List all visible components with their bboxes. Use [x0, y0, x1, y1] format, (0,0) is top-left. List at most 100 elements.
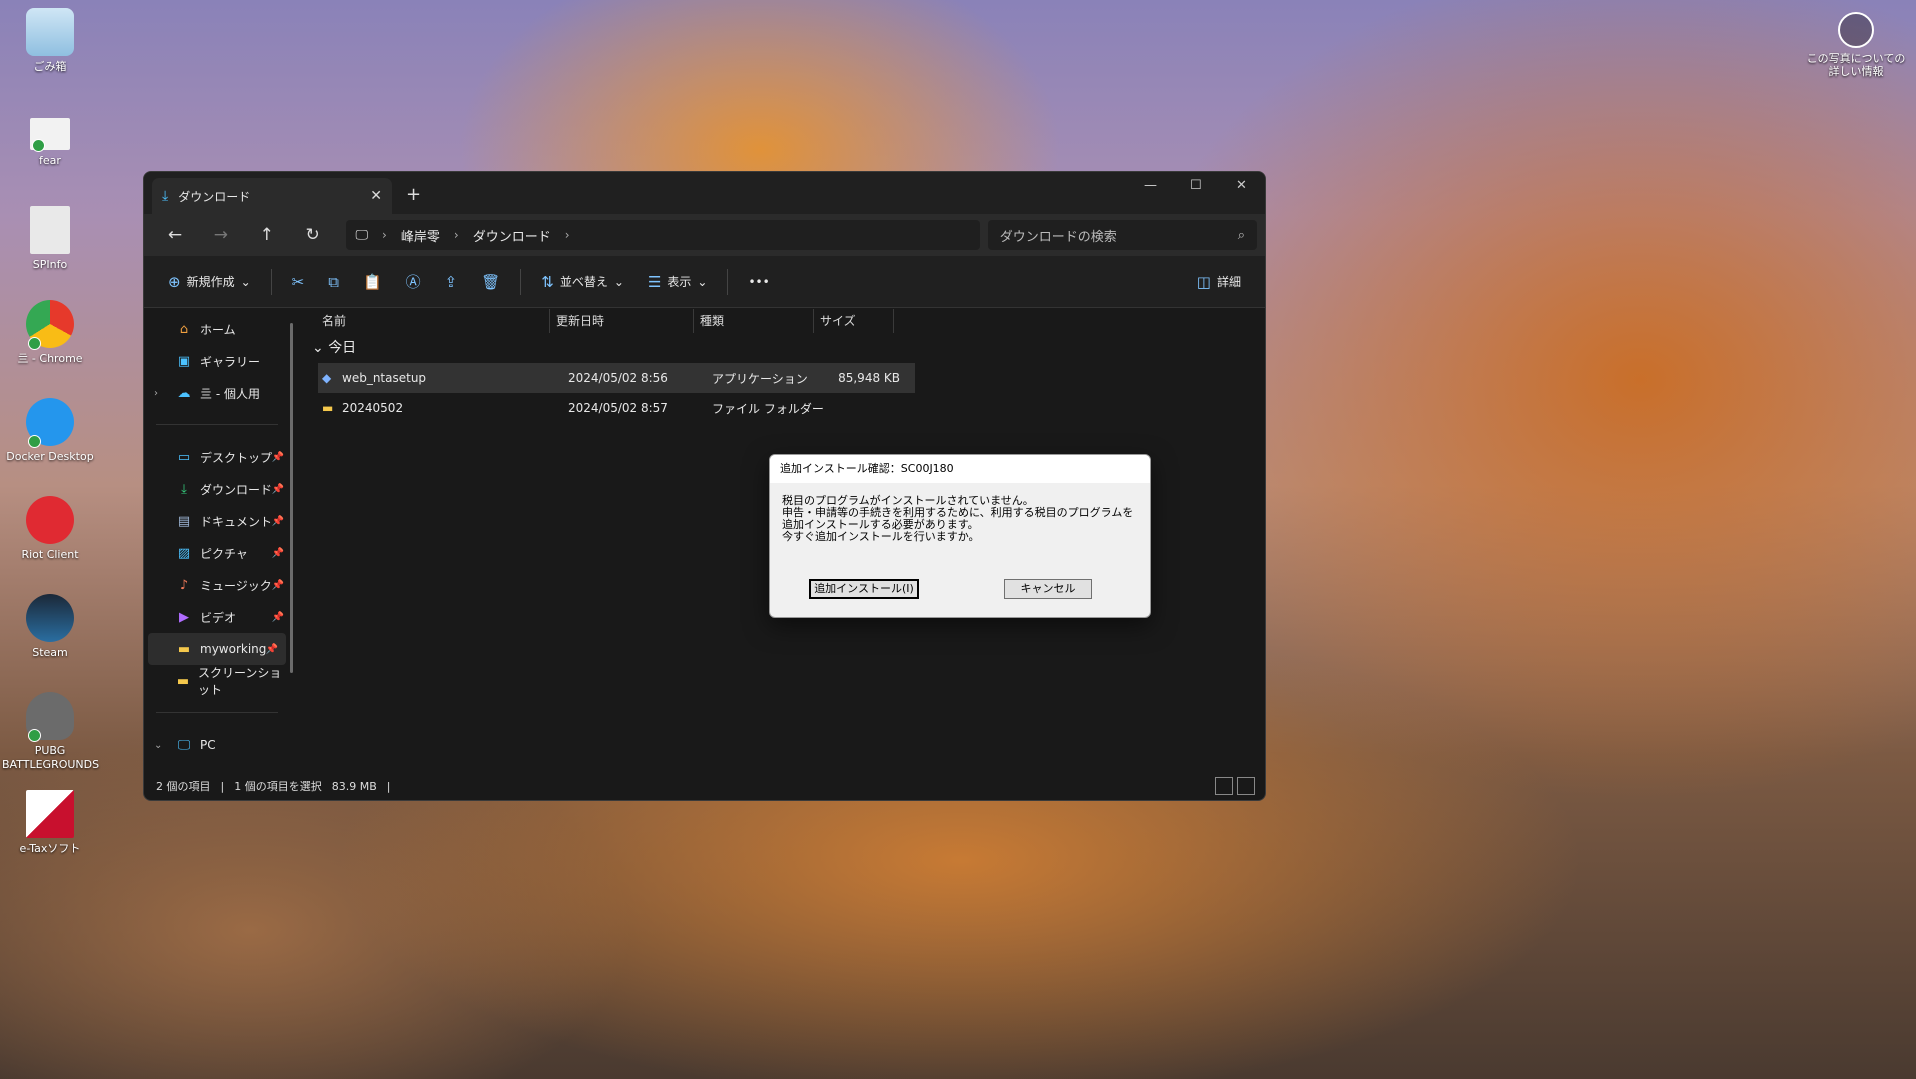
desktop-icon-riot[interactable]: Riot Client	[2, 496, 98, 562]
file-size: 85,948 KB	[838, 371, 900, 385]
minimize-button[interactable]: —	[1144, 178, 1157, 193]
sidebar-item-myworking[interactable]: ▬ myworking 📌	[148, 633, 286, 665]
chevron-right-icon: ›	[564, 228, 570, 242]
sidebar-item-onedrive[interactable]: › ☁ 亖 - 個人用	[144, 377, 292, 409]
column-header-size[interactable]: サイズ	[814, 309, 894, 333]
desktop-icon-recycle-bin[interactable]: ごみ箱	[2, 8, 98, 74]
forward-button[interactable]: →	[198, 225, 244, 245]
close-tab-icon[interactable]: ✕	[370, 188, 382, 204]
refresh-button[interactable]: ↻	[290, 225, 336, 245]
status-size: 83.9 MB	[331, 779, 377, 793]
maximize-button[interactable]: ☐	[1190, 178, 1202, 193]
chevron-right-icon[interactable]: ›	[154, 388, 158, 399]
view-button[interactable]: ☰ 表示 ⌄	[638, 267, 718, 297]
dialog-message: 税目のプログラムがインストールされていません。 申告・申請等の手続きを利用するた…	[770, 483, 1150, 543]
more-options-button[interactable]: •••	[738, 269, 779, 295]
chevron-down-icon: ⌄	[697, 274, 708, 289]
column-header-date[interactable]: 更新日時	[550, 309, 694, 333]
chevron-down-icon: ⌄	[312, 340, 324, 356]
home-icon: ⌂	[179, 321, 189, 337]
tiles-view-icon[interactable]	[1237, 777, 1255, 795]
pin-icon: 📌	[271, 483, 284, 495]
desktop-icon-label: SPInfo	[32, 258, 68, 271]
sidebar-item-home[interactable]: ⌂ ホーム	[144, 313, 292, 345]
sidebar-scrollbar[interactable]	[290, 323, 293, 673]
desktop-icon-label: Riot Client	[21, 548, 79, 561]
sidebar-item-pc[interactable]: ⌄ 🖵 PC	[144, 729, 292, 761]
sidebar-item-downloads[interactable]: ⤓ ダウンロード 📌	[144, 473, 292, 505]
column-header-name[interactable]: 名前	[302, 309, 550, 333]
file-row[interactable]: ▬ 20240502 2024/05/02 8:57 ファイル フォルダー	[318, 393, 915, 423]
search-input[interactable]: ダウンロードの検索 ⌕	[987, 220, 1258, 250]
chevron-down-icon: ⌄	[613, 274, 624, 289]
steam-icon	[26, 594, 74, 642]
cloud-icon: ☁	[177, 385, 191, 401]
breadcrumb-user[interactable]: 峰岸零	[401, 226, 440, 245]
folder-icon: ▬	[177, 641, 191, 657]
new-tab-button[interactable]: +	[406, 184, 421, 205]
dialog-message-line: 今すぐ追加インストールを行いますか。	[782, 530, 980, 543]
sidebar-item-label: デスクトップ	[200, 450, 273, 465]
sidebar-item-music[interactable]: ♪ ミュージック 📌	[144, 569, 292, 601]
tab-downloads[interactable]: ⤓ ダウンロード ✕	[152, 178, 392, 214]
rename-button[interactable]: Ⓐ	[396, 265, 431, 298]
file-row[interactable]: ◆ web_ntasetup 2024/05/02 8:56 アプリケーション …	[318, 363, 915, 393]
sidebar-item-pictures[interactable]: ▨ ピクチャ 📌	[144, 537, 292, 569]
app-icon: ◆	[322, 371, 332, 385]
pubg-icon	[26, 692, 74, 742]
desktop-icon-label: Steam	[32, 646, 68, 659]
details-pane-button[interactable]: ◫ 詳細	[1187, 267, 1251, 297]
chevron-down-icon[interactable]: ⌄	[154, 740, 162, 751]
sidebar-item-label: ミュージック	[200, 578, 272, 593]
sidebar-item-label: ホーム	[200, 322, 236, 337]
desktop-icon-fear[interactable]: fear	[2, 118, 98, 168]
up-button[interactable]: ↑	[244, 225, 290, 245]
file-date: 2024/05/02 8:56	[568, 371, 668, 385]
details-view-icon[interactable]	[1215, 777, 1233, 795]
install-button[interactable]: 追加インストール(I)	[809, 579, 919, 599]
desktop-icon-etax[interactable]: e-Taxソフト	[2, 790, 98, 856]
sidebar-item-videos[interactable]: ▶ ビデオ 📌	[144, 601, 292, 633]
sidebar-item-screenshots[interactable]: ▬ スクリーンショット	[144, 665, 292, 697]
desktop-icon-spinfo[interactable]: SPInfo	[2, 206, 98, 272]
spotlight-info[interactable]: この写真についての詳しい情報	[1806, 12, 1906, 78]
desktop-icon-docker[interactable]: Docker Desktop	[2, 398, 98, 464]
share-icon: ⇪	[444, 272, 458, 291]
new-button[interactable]: ⊕ 新規作成 ⌄	[158, 267, 261, 297]
sidebar-item-gallery[interactable]: ▣ ギャラリー	[144, 345, 292, 377]
sidebar-item-desktop[interactable]: ▭ デスクトップ 📌	[144, 441, 292, 473]
breadcrumb[interactable]: 🖵 › 峰岸零 › ダウンロード ›	[345, 220, 980, 250]
breadcrumb-downloads[interactable]: ダウンロード	[473, 226, 551, 245]
desktop-icon-steam[interactable]: Steam	[2, 594, 98, 660]
back-button[interactable]: ←	[152, 225, 198, 245]
group-header-today[interactable]: ⌄ 今日	[302, 333, 1265, 363]
sidebar-item-label: PC	[200, 738, 216, 752]
paste-button[interactable]: 📋	[353, 267, 392, 297]
sort-button[interactable]: ⇅ 並べ替え ⌄	[531, 267, 634, 297]
desktop-icon-pubg[interactable]: PUBG BATTLEGROUNDS	[2, 692, 99, 772]
status-selected: 1 個の項目を選択	[234, 780, 322, 793]
sidebar-item-label: ビデオ	[200, 610, 237, 625]
pin-icon: 📌	[271, 515, 284, 527]
sort-label: 並べ替え	[559, 275, 608, 289]
close-window-button[interactable]: ✕	[1236, 178, 1247, 193]
desktop-icon-chrome[interactable]: 亖 - Chrome	[2, 300, 98, 366]
cancel-button[interactable]: キャンセル	[1004, 579, 1092, 599]
chevron-down-icon: ⌄	[240, 274, 251, 289]
search-icon: ⌕	[1237, 227, 1246, 243]
sidebar-item-label: myworking	[200, 642, 267, 656]
column-header-type[interactable]: 種類	[694, 309, 814, 333]
desktop-icon-label: fear	[39, 154, 61, 167]
sidebar-item-label: ギャラリー	[200, 354, 261, 369]
desktop-icon-label: 亖 - Chrome	[17, 352, 83, 365]
list-view-icon: ☰	[647, 272, 662, 291]
copy-button[interactable]: ⧉	[318, 267, 349, 297]
rename-icon: Ⓐ	[405, 273, 421, 291]
desktop-icon-label: e-Taxソフト	[19, 842, 81, 855]
delete-button[interactable]: 🗑	[471, 267, 510, 297]
share-button[interactable]: ⇪	[435, 267, 468, 297]
sidebar-item-documents[interactable]: ▤ ドキュメント 📌	[144, 505, 292, 537]
cut-button[interactable]: ✂	[282, 267, 315, 297]
dialog-title: 追加インストール確認：SC00J180	[770, 455, 1150, 483]
trash-icon: 🗑	[481, 272, 501, 291]
